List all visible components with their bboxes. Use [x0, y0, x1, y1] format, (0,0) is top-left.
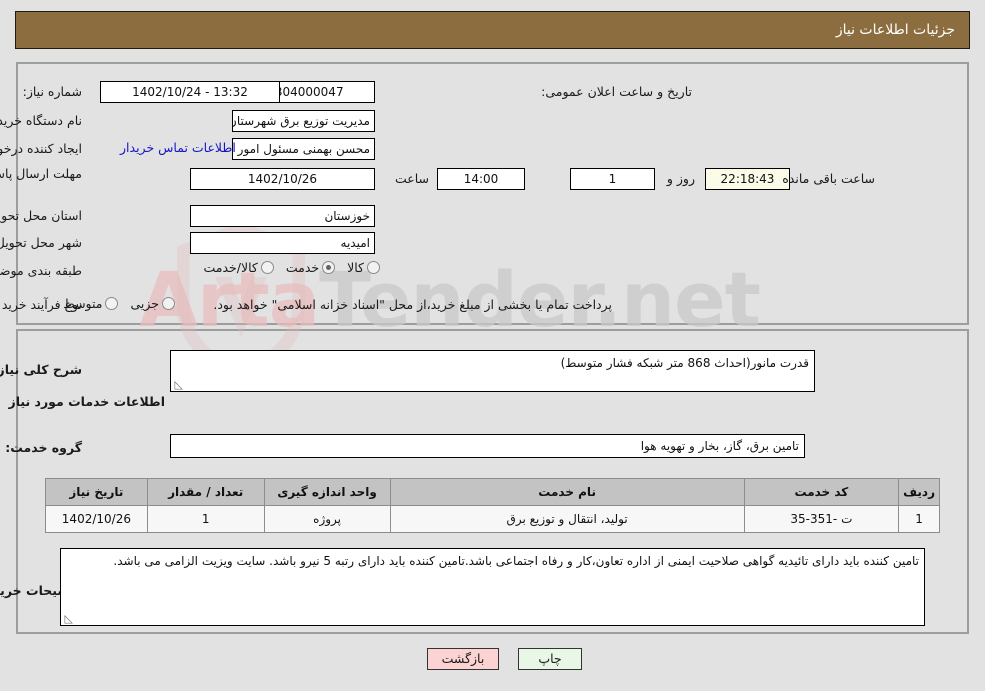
back-button[interactable]: بازگشت — [427, 648, 499, 670]
category-radio-group[interactable]: کالا خدمت کالا/خدمت — [191, 260, 380, 275]
buyer-org-label: نام دستگاه خریدار: — [0, 113, 82, 128]
category-radio-0[interactable] — [367, 261, 380, 274]
purchase-radio-1[interactable] — [105, 297, 119, 310]
days-unit-label: روز و — [666, 171, 695, 186]
purchase-radio-group[interactable]: جزیی متوسط — [51, 296, 175, 311]
services-section-title: اطلاعات خدمات مورد نیاز — [8, 394, 166, 409]
timer-suffix-label: ساعت باقی مانده — [782, 171, 875, 186]
description-text: قدرت مانور(احداث 868 متر شبکه فشار متوسط… — [560, 356, 809, 370]
category-radio-1[interactable] — [322, 261, 336, 274]
city-value: امیدیه — [190, 232, 375, 254]
province-label: استان محل تحویل: — [0, 208, 82, 223]
description-value: قدرت مانور(احداث 868 متر شبکه فشار متوسط… — [170, 350, 815, 392]
table-header-row: ردیف کد خدمت نام خدمت واحد اندازه گیری ت… — [45, 478, 940, 506]
deadline-label: مهلت ارسال پاسخ: تا تاریخ: — [0, 166, 82, 181]
table-row: 1 ت -351-35 تولید، انتقال و توزیع برق پر… — [45, 505, 940, 533]
resize-grip-icon-notes[interactable]: ◺ — [63, 613, 73, 624]
resize-grip-icon[interactable]: ◺ — [173, 379, 183, 390]
cell-unit: پروژه — [263, 505, 391, 533]
province-value: خوزستان — [190, 205, 375, 227]
deadline-hour-label: ساعت — [394, 171, 429, 186]
cell-date: 1402/10/26 — [45, 505, 148, 533]
deadline-date-value: 1402/10/26 — [190, 168, 375, 190]
category-label: طبقه بندی موضوعی: — [0, 263, 82, 278]
countdown-timer-value: 22:18:43 — [705, 168, 790, 190]
announce-datetime-value: 13:32 - 1402/10/24 — [100, 81, 280, 103]
buyer-contact-link[interactable]: اطلاعات تماس خریدار — [120, 140, 236, 155]
treasury-note: پرداخت تمام یا بخشی از مبلغ خرید،از محل … — [213, 297, 612, 312]
buyer-org-value: مدیریت توزیع برق شهرستان امیدیه — [232, 110, 375, 132]
page-title: جزئیات اطلاعات نیاز — [835, 22, 955, 38]
buyer-notes-value: تامین کننده باید دارای تائیدیه گواهی صلا… — [60, 548, 925, 626]
col-header-quantity: تعداد / مقدار — [146, 478, 265, 506]
col-header-name: نام خدمت — [389, 478, 745, 506]
col-header-date: تاریخ نیاز — [45, 478, 148, 506]
cell-name: تولید، انتقال و توزیع برق — [389, 505, 745, 533]
cell-code: ت -351-35 — [743, 505, 900, 533]
deadline-hour-value: 14:00 — [437, 168, 525, 190]
requester-value: محسن بهمنی مسئول امور اداری و خدمات پشتی… — [232, 138, 375, 160]
category-radio-0-label: کالا — [347, 260, 364, 275]
requester-label: ایجاد کننده درخواست: — [0, 141, 82, 156]
purchase-radio-0[interactable] — [162, 297, 175, 310]
category-radio-2[interactable] — [260, 261, 274, 274]
purchase-radio-1-label: متوسط — [63, 296, 103, 311]
print-button[interactable]: چاپ — [518, 648, 582, 670]
announce-datetime-label: تاریخ و ساعت اعلان عمومی: — [541, 84, 692, 99]
buyer-notes-text: تامین کننده باید دارای تائیدیه گواهی صلا… — [113, 554, 919, 568]
cell-row: 1 — [898, 505, 940, 533]
category-radio-2-label: کالا/خدمت — [203, 260, 258, 275]
purchase-radio-0-label: جزیی — [130, 296, 159, 311]
service-group-label: گروه خدمت: — [5, 440, 82, 455]
city-label: شهر محل تحویل: — [0, 235, 82, 250]
col-header-row: ردیف — [898, 478, 940, 506]
need-number-label: شماره نیاز: — [22, 84, 82, 99]
service-group-value: تامین برق، گاز، بخار و تهویه هوا — [170, 434, 805, 458]
description-label: شرح کلی نیاز: — [0, 362, 82, 377]
category-radio-1-label: خدمت — [285, 260, 320, 275]
page-header-bar: جزئیات اطلاعات نیاز — [15, 11, 970, 49]
cell-quantity: 1 — [146, 505, 265, 533]
col-header-code: کد خدمت — [743, 478, 900, 506]
col-header-unit: واحد اندازه گیری — [263, 478, 391, 506]
services-table: ردیف کد خدمت نام خدمت واحد اندازه گیری ت… — [45, 478, 940, 533]
days-remaining-value: 1 — [570, 168, 655, 190]
